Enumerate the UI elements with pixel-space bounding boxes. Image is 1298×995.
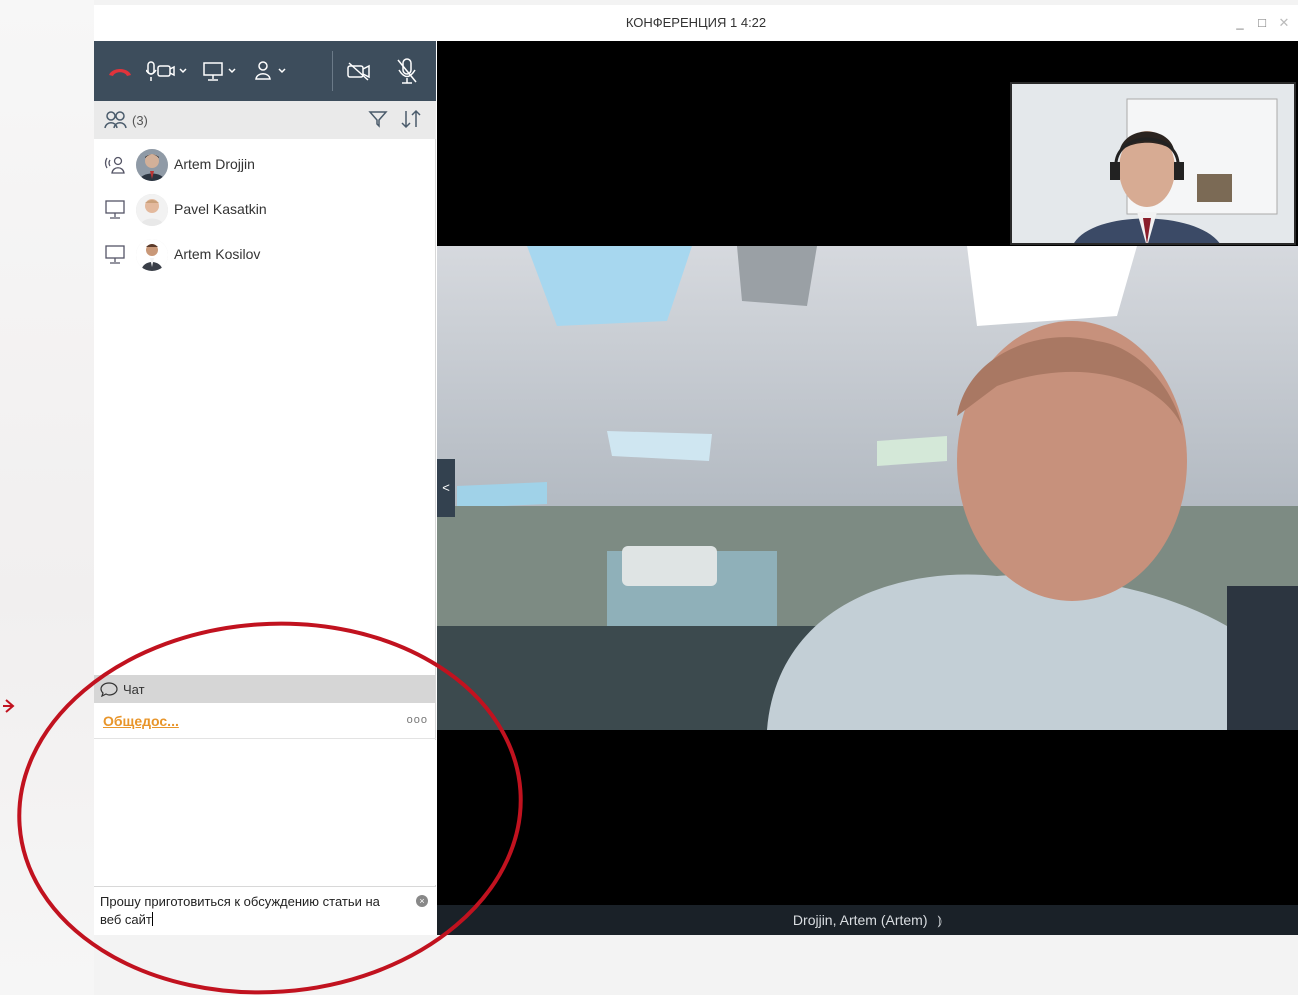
chat-header-label: Чат	[123, 681, 145, 697]
screen-share-menu-icon	[203, 62, 236, 81]
avatar	[136, 239, 168, 271]
camera-off-button[interactable]	[346, 57, 372, 85]
active-speaker-bar: Drojjin, Artem (Artem) ⦆	[437, 905, 1298, 935]
avatar	[136, 194, 168, 226]
camera-off-icon	[347, 62, 370, 81]
main-video	[437, 246, 1298, 730]
screen-share-menu-button[interactable]	[202, 57, 242, 85]
participants-list: Artem Drojjin Pavel Kasatkin Artem Kosil…	[94, 141, 436, 276]
participants-icon	[104, 111, 127, 129]
chat-input-text[interactable]: Прошу приготовиться к обсуждению статьи …	[100, 893, 400, 929]
participants-header: (3)	[94, 101, 436, 139]
filter-icon[interactable]	[368, 109, 388, 129]
avatar-photo	[136, 239, 168, 271]
avatar-photo	[136, 194, 168, 226]
minimize-button[interactable]: _	[1234, 15, 1246, 31]
participants-tools	[368, 109, 422, 129]
microphone-camera-menu-icon	[146, 61, 187, 81]
text-caret	[151, 912, 153, 926]
audio-waves-icon: ⦆	[937, 912, 943, 928]
avatar-photo	[136, 149, 168, 181]
hangup-button[interactable]	[106, 57, 134, 85]
window-title: КОНФЕРЕНЦИЯ 1 4:22	[625, 15, 767, 30]
chat-tab-public[interactable]: Общедос...	[103, 713, 179, 729]
desktop-background	[0, 0, 94, 995]
title-bar: КОНФЕРЕНЦИЯ 1 4:22 _ □ ✕	[94, 5, 1298, 41]
camera-menu-button[interactable]	[146, 57, 192, 85]
chat-messages	[94, 740, 436, 885]
hangup-icon	[109, 69, 131, 76]
chat-header[interactable]: Чат	[94, 675, 436, 703]
microphone-off-button[interactable]	[394, 57, 420, 85]
speaker-name: Drojjin, Artem (Artem)	[792, 912, 928, 928]
participant-name: Artem Drojjin	[174, 156, 255, 172]
chat-more-button[interactable]: ooo	[407, 714, 428, 726]
window-controls: _ □ ✕	[1234, 15, 1290, 31]
user-menu-button[interactable]	[254, 57, 294, 85]
collapse-sidebar-button[interactable]: <	[437, 459, 455, 517]
user-menu-icon	[255, 61, 286, 80]
participant-name: Artem Kosilov	[174, 246, 261, 262]
monitor-icon	[105, 245, 125, 264]
monitor-icon	[105, 200, 125, 219]
participants-count-label: (3)	[132, 112, 148, 128]
chat-input[interactable]: Прошу приготовиться к обсуждению статьи …	[94, 886, 436, 935]
participant-row[interactable]: Pavel Kasatkin	[94, 186, 436, 231]
self-view-frame	[1012, 84, 1294, 243]
chat-input-value: Прошу приготовиться к обсуждению статьи …	[100, 894, 380, 927]
sidebar: (3) Artem Drojjin Pavel Kasatkin Artem K…	[94, 41, 436, 935]
clear-input-icon[interactable]: ×	[416, 895, 428, 907]
self-view-video[interactable]	[1010, 82, 1296, 245]
participant-row[interactable]: Artem Kosilov	[94, 231, 436, 276]
chat-bubble-icon	[100, 682, 118, 697]
chat-tabs: Общедос... ooo	[94, 703, 436, 739]
maximize-button[interactable]: □	[1256, 15, 1268, 31]
main-video-frame	[437, 246, 1298, 730]
close-button[interactable]: ✕	[1278, 15, 1290, 31]
participants-count[interactable]: (3)	[104, 110, 148, 130]
speaking-icon	[104, 156, 125, 174]
call-toolbar	[94, 41, 436, 101]
participant-row[interactable]: Artem Drojjin	[94, 141, 436, 186]
sort-icon[interactable]	[400, 109, 422, 129]
toolbar-divider	[332, 51, 333, 91]
microphone-off-icon	[397, 58, 417, 84]
video-area: < Drojjin, Artem (Artem) ⦆	[437, 41, 1298, 935]
participant-name: Pavel Kasatkin	[174, 201, 267, 217]
avatar	[136, 149, 168, 181]
conference-window: КОНФЕРЕНЦИЯ 1 4:22 _ □ ✕ (3) Artem Drojj…	[94, 5, 1298, 935]
